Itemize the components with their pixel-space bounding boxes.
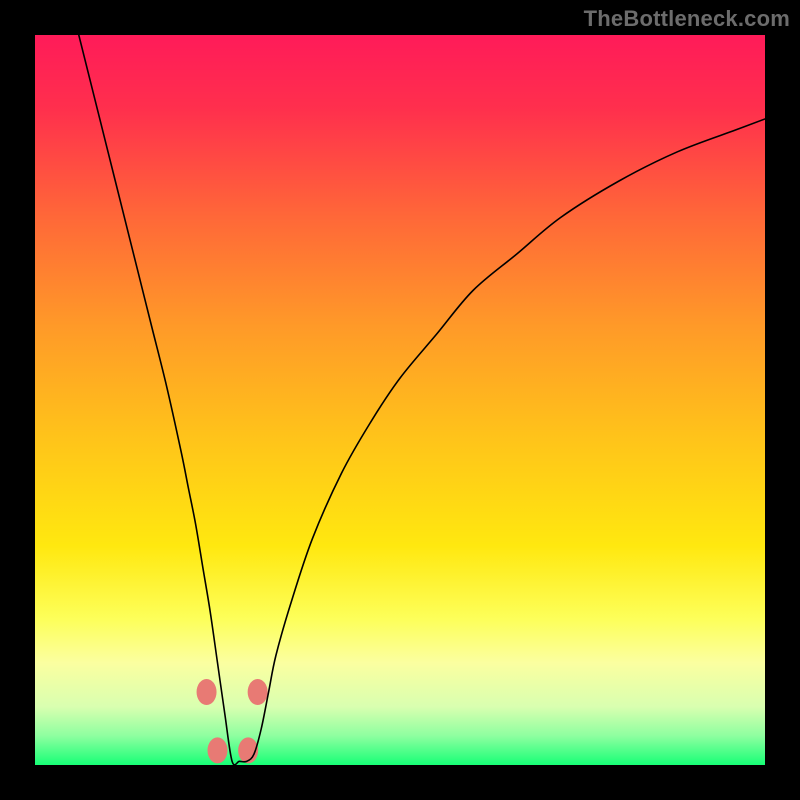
highlight-dot — [208, 737, 228, 763]
bottleneck-chart — [35, 35, 765, 765]
watermark-label: TheBottleneck.com — [584, 6, 790, 32]
highlight-dot — [197, 679, 217, 705]
app-frame: TheBottleneck.com — [0, 0, 800, 800]
chart-background — [35, 35, 765, 765]
highlight-dot — [248, 679, 268, 705]
plot-area — [35, 35, 765, 765]
